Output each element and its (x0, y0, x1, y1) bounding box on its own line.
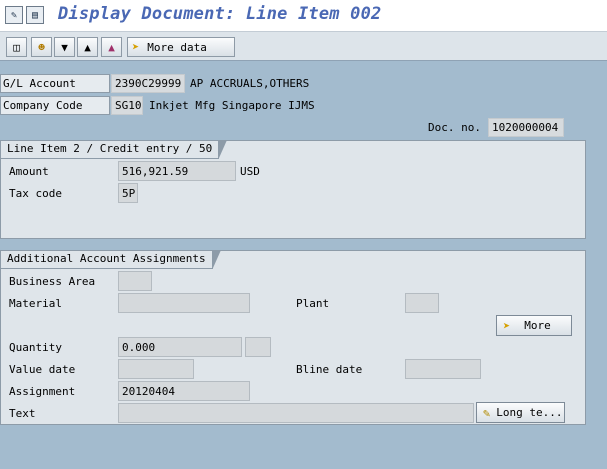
assignment-label: Assignment (9, 385, 76, 398)
value-date-field[interactable] (118, 359, 194, 379)
amount-field[interactable]: 516,921.59 (118, 161, 236, 181)
line-item-title: Line Item 2 / Credit entry / 50 (1, 140, 228, 159)
additional-assignments-group: Additional Account Assignments Business … (0, 250, 586, 425)
hat-button[interactable]: ▲ (101, 37, 122, 57)
quantity-label: Quantity (9, 341, 62, 354)
business-area-label: Business Area (9, 275, 96, 288)
long-text-button[interactable]: ✎ Long te... (476, 402, 565, 423)
application-toolbar: ◫ ☻ ▼ ▲ ▲ ➤ More data (0, 31, 607, 61)
currency-label: USD (240, 165, 260, 178)
page-title: Display Document: Line Item 002 (58, 4, 382, 24)
more-data-arrow-icon: ➤ (132, 40, 140, 54)
quantity-unit-field[interactable] (245, 337, 271, 357)
bline-date-field[interactable] (405, 359, 481, 379)
previous-item-button[interactable]: ▲ (77, 37, 98, 57)
tax-code-label: Tax code (9, 187, 62, 200)
tax-code-field[interactable]: 5P (118, 183, 138, 203)
more-arrow-icon: ➤ (503, 318, 511, 333)
quantity-field[interactable]: 0.000 (118, 337, 242, 357)
gl-account-text: AP ACCRUALS,OTHERS (190, 77, 310, 90)
plant-field[interactable] (405, 293, 439, 313)
text-field[interactable] (118, 403, 474, 423)
more-data-label: More data (147, 40, 207, 54)
overview-icon: ◫ (13, 40, 20, 54)
material-label: Material (9, 297, 62, 310)
plant-label: Plant (296, 297, 330, 310)
title-bar: ✎ ▤ Display Document: Line Item 002 (0, 0, 607, 31)
value-date-label: Value date (9, 363, 76, 376)
more-data-button[interactable]: ➤ More data (127, 37, 235, 57)
company-code-field[interactable]: SG10 (111, 96, 143, 115)
company-code-label: Company Code (0, 96, 110, 115)
long-text-button-label: Long te... (496, 406, 563, 419)
more-button-label: More (524, 319, 551, 332)
overview-button[interactable]: ◫ (6, 37, 27, 57)
line-item-group: Line Item 2 / Credit entry / 50 Amount 5… (0, 140, 586, 239)
gl-account-field[interactable]: 2390C29999 (111, 74, 185, 93)
long-text-icon: ✎ (483, 405, 491, 420)
gl-account-label: G/L Account (0, 74, 110, 93)
company-code-text: Inkjet Mfg Singapore IJMS (149, 99, 315, 112)
hat-icon: ▲ (108, 40, 115, 54)
up-arrow-icon: ▲ (84, 40, 91, 54)
assignment-field[interactable]: 20120404 (118, 381, 250, 401)
business-area-field[interactable] (118, 271, 152, 291)
user-icon: ☻ (38, 40, 45, 54)
amount-label: Amount (9, 165, 49, 178)
text-label: Text (9, 407, 36, 420)
down-arrow-icon: ▼ (61, 40, 68, 54)
doc-no-field[interactable]: 1020000004 (488, 118, 564, 137)
next-item-button[interactable]: ▼ (54, 37, 75, 57)
material-field[interactable] (118, 293, 250, 313)
document-icon[interactable]: ▤ (26, 6, 44, 24)
bline-date-label: Bline date (296, 363, 363, 376)
doc-no-label: Doc. no. (428, 121, 481, 134)
additional-assignments-title: Additional Account Assignments (1, 250, 221, 269)
display-change-icon[interactable]: ✎ (5, 6, 23, 24)
more-button[interactable]: ➤ More (496, 315, 572, 336)
user-button[interactable]: ☻ (31, 37, 52, 57)
